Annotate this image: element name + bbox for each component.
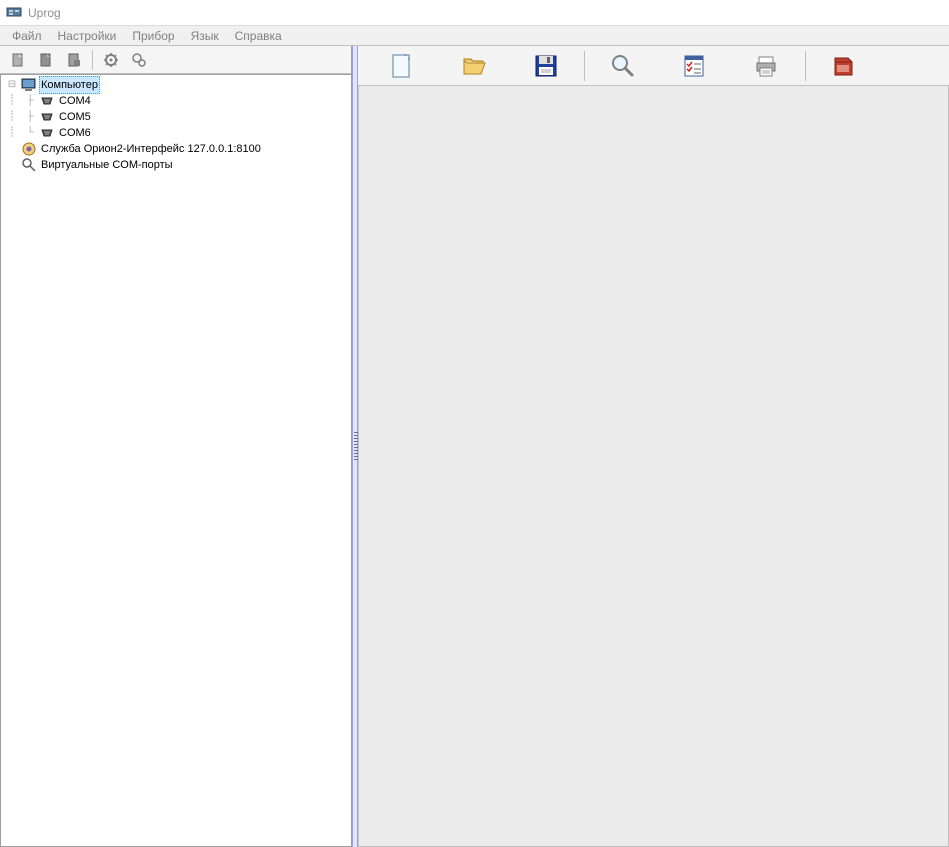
tree-label-virtual[interactable]: Виртуальные COM-порты	[39, 157, 175, 173]
left-tool-2[interactable]	[32, 48, 60, 72]
right-toolbar	[358, 46, 949, 86]
tree-label-service[interactable]: Служба Орион2-Интерфейс 127.0.0.1:8100	[39, 141, 263, 157]
splitter[interactable]	[352, 46, 358, 847]
title-bar: Uprog	[0, 0, 949, 26]
toolbar-device-button[interactable]	[808, 48, 880, 84]
tree-node-service[interactable]: Служба Орион2-Интерфейс 127.0.0.1:8100	[3, 141, 351, 157]
tree-label-computer[interactable]: Компьютер	[39, 76, 100, 94]
left-tool-3[interactable]	[60, 48, 88, 72]
toolbar-print-button[interactable]	[731, 48, 803, 84]
left-tool-1[interactable]	[4, 48, 32, 72]
toolbar-open-button[interactable]	[438, 48, 510, 84]
device-tree[interactable]: ⊟ Компьютер ┊ ├ COM4 ┊ ├	[0, 74, 351, 847]
menu-bar: Файл Настройки Прибор Язык Справка	[0, 26, 949, 46]
toolbar-checklist-button[interactable]	[659, 48, 731, 84]
menu-help[interactable]: Справка	[227, 27, 290, 45]
right-panel	[358, 46, 949, 847]
left-tool-gear-2[interactable]	[125, 48, 153, 72]
app-icon	[6, 5, 22, 21]
menu-settings[interactable]: Настройки	[50, 27, 125, 45]
tree-node-computer[interactable]: ⊟ Компьютер	[3, 77, 351, 93]
tree-label-com6[interactable]: COM6	[57, 125, 93, 141]
right-toolbar-separator-1	[584, 51, 585, 81]
right-toolbar-separator-2	[805, 51, 806, 81]
left-toolbar	[0, 46, 351, 74]
left-tool-gear-1[interactable]	[97, 48, 125, 72]
main-area: ⊟ Компьютер ┊ ├ COM4 ┊ ├	[0, 46, 949, 847]
menu-device[interactable]: Прибор	[124, 27, 182, 45]
virtual-port-icon	[21, 157, 37, 173]
menu-file[interactable]: Файл	[4, 27, 50, 45]
tree-node-com4[interactable]: ┊ ├ COM4	[3, 93, 351, 109]
toolbar-search-button[interactable]	[587, 48, 659, 84]
service-icon	[21, 141, 37, 157]
menu-language[interactable]: Язык	[183, 27, 227, 45]
tree-node-com6[interactable]: ┊ └ COM6	[3, 125, 351, 141]
port-icon	[39, 109, 55, 125]
port-icon	[39, 125, 55, 141]
tree-label-com4[interactable]: COM4	[57, 93, 93, 109]
computer-icon	[21, 77, 37, 93]
tree-node-com5[interactable]: ┊ ├ COM5	[3, 109, 351, 125]
toolbar-new-button[interactable]	[366, 48, 438, 84]
port-icon	[39, 93, 55, 109]
window-title: Uprog	[28, 6, 61, 20]
tree-expander-computer[interactable]: ⊟	[3, 77, 21, 93]
tree-node-virtual[interactable]: Виртуальные COM-порты	[3, 157, 351, 173]
tree-label-com5[interactable]: COM5	[57, 109, 93, 125]
toolbar-save-button[interactable]	[510, 48, 582, 84]
splitter-grip[interactable]	[354, 432, 358, 462]
left-panel: ⊟ Компьютер ┊ ├ COM4 ┊ ├	[0, 46, 352, 847]
left-toolbar-separator	[92, 50, 93, 70]
right-content-area	[358, 86, 949, 847]
